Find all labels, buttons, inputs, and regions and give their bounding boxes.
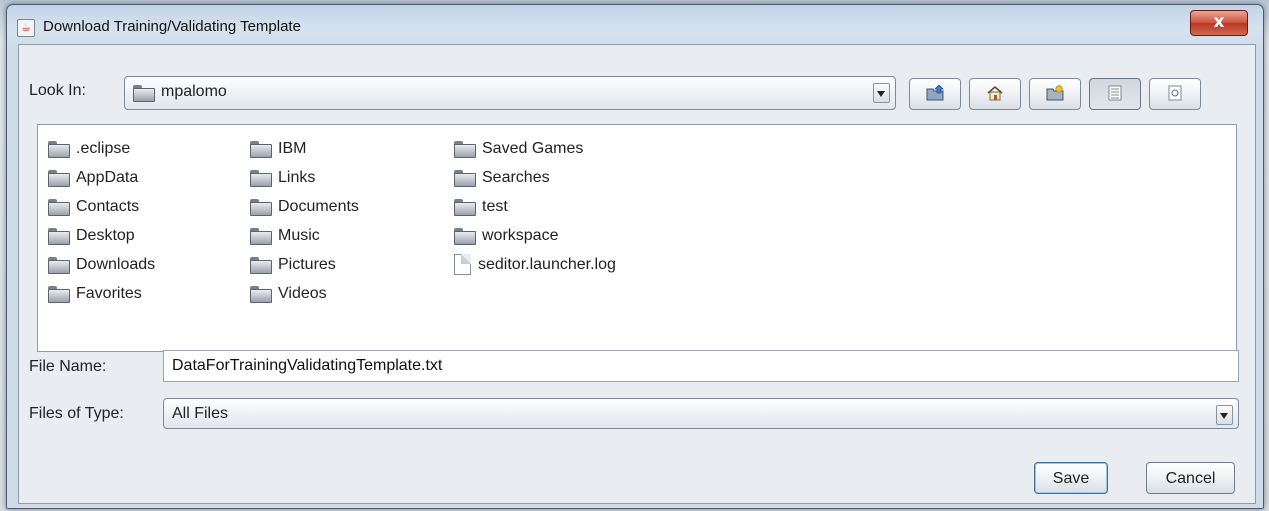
file-name: Videos [278,284,327,302]
list-item[interactable]: Favorites [48,279,155,308]
files-of-type-combobox[interactable]: All Files [163,398,1239,429]
look-in-value: mpalomo [161,83,227,100]
file-name: .eclipse [76,139,131,157]
list-item[interactable]: Links [250,163,359,192]
file-name: Saved Games [482,139,584,157]
folder-icon [48,256,70,274]
file-list[interactable]: .eclipse AppData Contacts Desktop Downlo… [37,124,1237,352]
details-view-button[interactable] [1149,78,1201,110]
list-view-button[interactable] [1089,78,1141,110]
java-coffee-icon: ☕ [17,19,35,37]
files-of-type-value: All Files [172,405,229,422]
file-list-column-3: Saved Games Searches test workspace sedi… [454,134,616,279]
folder-icon [454,227,476,245]
file-icon [454,254,471,275]
file-name: Searches [482,168,550,186]
list-item[interactable]: Searches [454,163,616,192]
folder-icon [48,227,70,245]
list-view-icon [1108,85,1122,101]
details-view-icon [1168,85,1182,101]
file-list-column-2: IBM Links Documents Music Pictures Video… [250,134,359,308]
file-list-column-1: .eclipse AppData Contacts Desktop Downlo… [48,134,155,308]
create-new-folder-button[interactable] [1029,78,1081,110]
title-bar[interactable]: ☕ Download Training/Validating Template … [7,5,1263,45]
file-name: IBM [278,139,307,157]
save-dialog: ☕ Download Training/Validating Template … [6,4,1264,509]
look-in-combobox[interactable]: mpalomo [124,76,896,110]
file-name: Desktop [76,226,135,244]
file-name: seditor.launcher.log [478,255,616,273]
home-button[interactable] [969,78,1021,110]
file-name-label: File Name: [29,358,107,375]
file-name: workspace [482,226,559,244]
chevron-down-icon[interactable] [873,83,890,103]
close-button[interactable]: x [1190,10,1248,36]
folder-up-icon [926,85,944,101]
list-item[interactable]: seditor.launcher.log [454,250,616,279]
file-name: Downloads [76,255,156,273]
folder-icon [48,198,70,216]
file-name: Contacts [76,197,140,215]
list-item[interactable]: Saved Games [454,134,616,163]
folder-icon [454,198,476,216]
list-item[interactable]: test [454,192,616,221]
list-item[interactable]: Videos [250,279,359,308]
file-name: Music [278,226,320,244]
folder-icon [250,227,272,245]
dialog-body: Look In: mpalomo .eclipse AppData Contac… [18,44,1256,504]
look-in-label: Look In: [29,82,86,99]
list-item[interactable]: workspace [454,221,616,250]
folder-icon [48,140,70,158]
folder-icon [48,285,70,303]
folder-icon [250,140,272,158]
folder-icon [454,169,476,187]
new-folder-icon [1046,85,1064,101]
list-item[interactable]: IBM [250,134,359,163]
file-name: Documents [278,197,359,215]
files-of-type-label: Files of Type: [29,405,124,422]
file-name: AppData [76,168,139,186]
list-item[interactable]: Documents [250,192,359,221]
list-item[interactable]: Contacts [48,192,155,221]
folder-icon [133,85,155,102]
file-name: Pictures [278,255,336,273]
folder-icon [250,169,272,187]
list-item[interactable]: Pictures [250,250,359,279]
folder-icon [250,198,272,216]
list-item[interactable]: Desktop [48,221,155,250]
folder-icon [250,285,272,303]
folder-icon [250,256,272,274]
folder-icon [454,140,476,158]
list-item[interactable]: Downloads [48,250,155,279]
file-name: Favorites [76,284,142,302]
list-item[interactable]: Music [250,221,359,250]
chevron-down-icon[interactable] [1216,405,1233,425]
home-icon [987,85,1003,101]
file-name: Links [278,168,316,186]
file-name-field[interactable] [163,350,1239,382]
cancel-button[interactable]: Cancel [1146,462,1235,494]
list-item[interactable]: .eclipse [48,134,155,163]
dialog-title: Download Training/Validating Template [43,18,301,35]
save-button[interactable]: Save [1034,462,1108,494]
file-name: test [482,197,508,215]
up-one-level-button[interactable] [909,78,961,110]
list-item[interactable]: AppData [48,163,155,192]
folder-icon [48,169,70,187]
